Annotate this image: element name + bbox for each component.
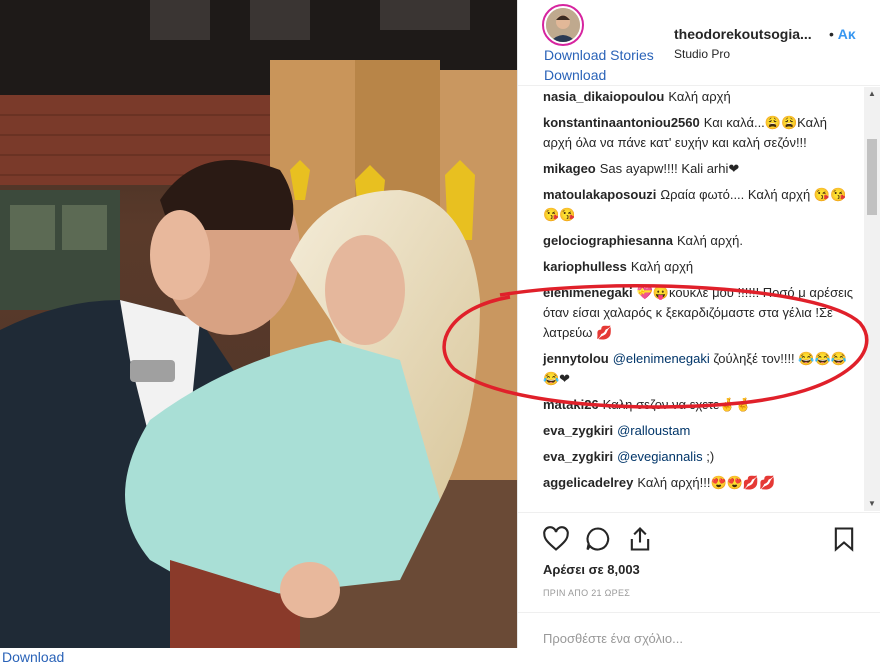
comment-mention[interactable]: @evegiannalis: [617, 449, 702, 464]
comment-text: Καλή αρχή: [668, 89, 731, 104]
comment-text: ;): [706, 449, 715, 464]
download-stories-link[interactable]: Download Stories: [544, 47, 654, 63]
avatar[interactable]: [542, 4, 584, 46]
comment-input[interactable]: [543, 627, 843, 649]
comment-username[interactable]: gelociographiesanna: [543, 233, 673, 248]
download-link[interactable]: Download: [544, 67, 606, 83]
comment-item-highlighted: elenimenegaki 💝😛κουκλε μου !!!!!! Ποσό μ …: [543, 283, 858, 343]
post-sidebar: theodorekoutsogia... • Ακ Studio Pro Dow…: [518, 0, 880, 667]
post-photo[interactable]: [0, 0, 518, 648]
comment-username[interactable]: mikageo: [543, 161, 596, 176]
scroll-up-arrow-icon[interactable]: ▲: [864, 87, 880, 101]
comments-list: nasia_dikaiopoulou Καλή αρχή konstantinaa…: [518, 87, 864, 511]
scroll-down-arrow-icon[interactable]: ▼: [864, 497, 880, 511]
comment-text: Καλη σεζον να εχετε🤞🤞: [602, 397, 752, 412]
comment-item: kariophulless Καλή αρχή: [543, 257, 858, 277]
post-location[interactable]: Studio Pro: [674, 47, 730, 61]
comment-icon[interactable]: [584, 525, 612, 553]
comments-scrollbar[interactable]: ▲ ▼: [864, 87, 880, 511]
comment-username[interactable]: konstantinaantoniou2560: [543, 115, 700, 130]
comment-username[interactable]: eva_zygkiri: [543, 449, 613, 464]
comment-username[interactable]: elenimenegaki: [543, 285, 633, 300]
comment-username[interactable]: nasia_dikaiopoulou: [543, 89, 664, 104]
avatar-image: [546, 8, 580, 42]
comment-username[interactable]: eva_zygkiri: [543, 423, 613, 438]
comment-item: gelociographiesanna Καλή αρχή.: [543, 231, 858, 251]
add-comment-bar: [518, 612, 880, 667]
separator-dot: •: [829, 26, 834, 42]
post-header: theodorekoutsogia... • Ακ Studio Pro Dow…: [518, 0, 880, 86]
comment-mention[interactable]: @ralloustam: [617, 423, 690, 438]
comment-text: Καλή αρχή!!!😍😍💋💋: [637, 475, 776, 490]
comment-username[interactable]: mataki26: [543, 397, 599, 412]
instagram-post-window: Download theodorekoutsogia... • Ακ Studi…: [0, 0, 880, 667]
comment-text: Καλή αρχή.: [677, 233, 743, 248]
comment-item: konstantinaantoniou2560 Και καλά...😩😩Καλή…: [543, 113, 858, 153]
comment-username[interactable]: matoulakaposouzi: [543, 187, 656, 202]
post-timestamp[interactable]: ΠΡΙΝ ΑΠΟ 21 ΩΡΕΣ: [543, 588, 630, 598]
comment-text: Sas ayapw!!!! Kali arhi❤: [599, 161, 740, 176]
comment-username[interactable]: jennytolou: [543, 351, 609, 366]
photo-illustration: [0, 0, 518, 648]
comment-item: eva_zygkiri @evegiannalis ;): [543, 447, 858, 467]
comment-item: mataki26 Καλη σεζον να εχετε🤞🤞: [543, 395, 858, 415]
comment-item: mikageo Sas ayapw!!!! Kali arhi❤: [543, 159, 858, 179]
comment-mention[interactable]: @elenimenegaki: [613, 351, 710, 366]
comment-username[interactable]: aggelicadelrey: [543, 475, 633, 490]
comment-item: aggelicadelrey Καλή αρχή!!!😍😍💋💋: [543, 473, 858, 493]
follow-button[interactable]: Ακ: [838, 26, 856, 42]
download-link-bottom[interactable]: Download: [2, 649, 64, 665]
comment-username[interactable]: kariophulless: [543, 259, 627, 274]
scrollbar-thumb[interactable]: [867, 139, 877, 215]
comment-item: eva_zygkiri @ralloustam: [543, 421, 858, 441]
bookmark-icon[interactable]: [830, 525, 858, 553]
post-username[interactable]: theodorekoutsogia...: [674, 26, 812, 42]
like-count[interactable]: Αρέσει σε 8,003: [543, 562, 640, 577]
post-actions: [518, 512, 880, 562]
follow-area: • Ακ: [829, 26, 856, 42]
comment-item: matoulakaposouzi Ωραία φωτό.... Καλή αρχή…: [543, 185, 858, 225]
heart-icon[interactable]: [542, 525, 570, 553]
comment-item: nasia_dikaiopoulou Καλή αρχή: [543, 87, 858, 107]
comment-text: Καλή αρχή: [630, 259, 694, 274]
comment-item: jennytolou @elenimenegaki ζούληξέ τον!!!!…: [543, 349, 858, 389]
share-icon[interactable]: [626, 525, 654, 553]
